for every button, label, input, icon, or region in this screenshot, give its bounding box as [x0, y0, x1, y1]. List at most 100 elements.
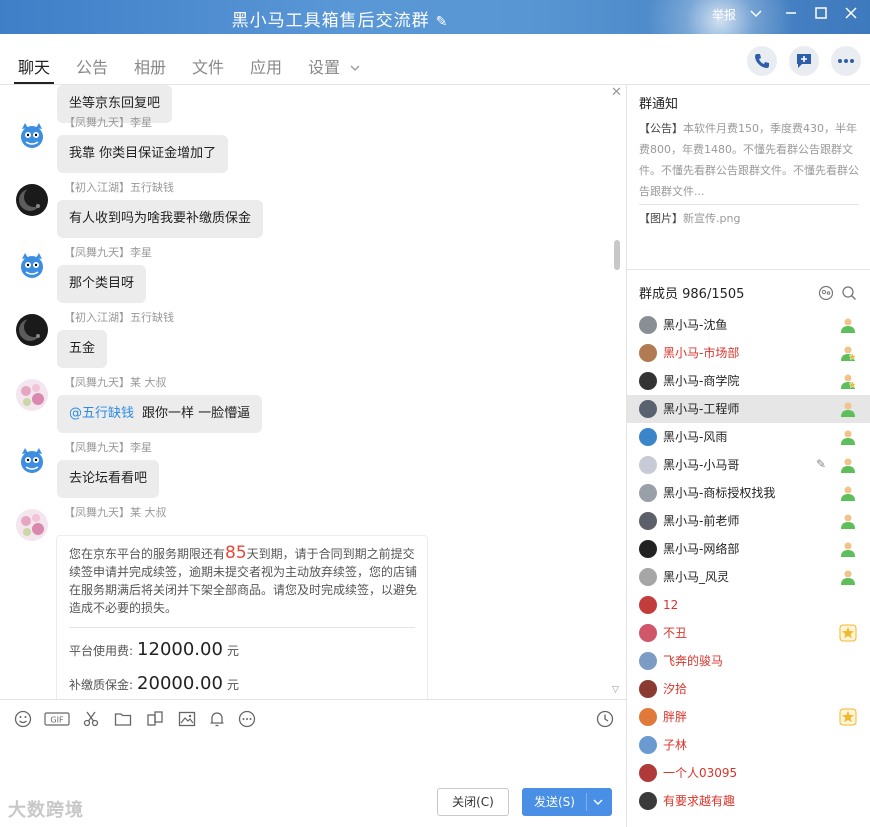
- member-item[interactable]: 黑小马-前老师: [627, 507, 870, 535]
- avatar[interactable]: [16, 184, 48, 216]
- member-avatar[interactable]: [639, 736, 657, 754]
- member-avatar[interactable]: [639, 652, 657, 670]
- member-item[interactable]: 黑小马-工程师: [627, 395, 870, 423]
- member-item[interactable]: 胖胖: [627, 703, 870, 731]
- gif-icon[interactable]: GIF: [44, 710, 70, 728]
- message-bubble[interactable]: 我靠 你类目保证金增加了: [57, 135, 229, 173]
- member-avatar[interactable]: [639, 372, 657, 390]
- member-name: 飞奔的骏马: [663, 654, 724, 668]
- avatar[interactable]: [16, 119, 48, 151]
- bell-icon[interactable]: [208, 710, 226, 728]
- member-item[interactable]: 黑小马-市场部: [627, 339, 870, 367]
- admin-badge-icon: [839, 372, 857, 390]
- member-avatar[interactable]: [639, 596, 657, 614]
- close-window-icon[interactable]: [845, 6, 857, 25]
- member-item[interactable]: 黑小马-风雨: [627, 423, 870, 451]
- member-item[interactable]: 子林: [627, 731, 870, 759]
- message-bubble[interactable]: @五行缺钱 跟你一样 一脸懵逼: [57, 395, 263, 433]
- member-avatar[interactable]: [639, 428, 657, 446]
- history-clock-icon[interactable]: [596, 710, 614, 728]
- member-item[interactable]: 有要求越有趣: [627, 787, 870, 815]
- menu-dropdown-icon[interactable]: [749, 6, 763, 25]
- member-avatar[interactable]: [639, 624, 657, 642]
- window-title-text: 黑小马工具箱售后交流群: [231, 11, 430, 31]
- admin-badge-icon: [839, 484, 857, 502]
- tab-album[interactable]: 相册: [134, 54, 166, 78]
- tab-apps[interactable]: 应用: [250, 54, 282, 78]
- member-avatar[interactable]: [639, 708, 657, 726]
- member-item[interactable]: 汐拾: [627, 675, 870, 703]
- member-item[interactable]: 黑小马-商学院: [627, 367, 870, 395]
- avatar[interactable]: [16, 509, 48, 541]
- member-avatar[interactable]: [639, 456, 657, 474]
- member-item[interactable]: 黑小马-商标授权找我: [627, 479, 870, 507]
- phone-call-button[interactable]: [747, 46, 777, 76]
- tab-chat[interactable]: 聊天: [18, 54, 50, 78]
- member-list[interactable]: 黑小马-沈鱼 黑小马-市场部 黑小马-商学院 黑小马-工程师 黑小马-风雨 黑小马-小马哥…: [627, 311, 870, 815]
- tab-announcement[interactable]: 公告: [76, 54, 108, 78]
- message-bubble[interactable]: 那个类目呀: [57, 265, 147, 303]
- screen-share-icon[interactable]: [146, 710, 164, 728]
- message-sender: 【初入江湖】五行缺钱: [64, 311, 174, 324]
- send-button[interactable]: 发送(S): [522, 788, 612, 816]
- report-button[interactable]: 举报: [712, 6, 736, 24]
- more-icon: [838, 59, 854, 63]
- scroll-down-icon[interactable]: ▽: [612, 685, 619, 695]
- member-item[interactable]: 黑小马-网络部: [627, 535, 870, 563]
- message-bubble[interactable]: 有人收到吗为啥我要补缴质保金: [57, 200, 264, 238]
- announcement-text[interactable]: 【公告】本软件月费150，季度费430，半年费800，年费1480。不懂先看群公…: [639, 118, 859, 202]
- member-item[interactable]: 黑小马-沈鱼: [627, 311, 870, 339]
- member-avatar[interactable]: [639, 316, 657, 334]
- member-avatar[interactable]: [639, 512, 657, 530]
- notice-image-line[interactable]: 【图片】新宣传.png: [639, 209, 859, 229]
- member-item[interactable]: 12: [627, 591, 870, 619]
- members-settings-icon[interactable]: [818, 285, 834, 301]
- avatar[interactable]: [16, 444, 48, 476]
- member-avatar[interactable]: [639, 680, 657, 698]
- member-name: 12: [663, 598, 679, 612]
- avatar[interactable]: [16, 379, 48, 411]
- member-item[interactable]: 黑小马-小马哥 ✎: [627, 451, 870, 479]
- edit-title-icon[interactable]: ✎: [436, 14, 449, 30]
- search-icon[interactable]: [841, 285, 857, 301]
- chat-message-area[interactable]: ✕ ▽ 坐等京东回复吧 【凤舞九天】李星 我靠 你类目保证金增加了 【初入江湖】…: [0, 85, 626, 699]
- close-notice-icon[interactable]: ✕: [611, 85, 622, 100]
- member-item[interactable]: 一个人03095: [627, 759, 870, 787]
- member-avatar[interactable]: [639, 568, 657, 586]
- member-avatar[interactable]: [639, 764, 657, 782]
- more-tools-icon[interactable]: [238, 710, 256, 728]
- member-avatar[interactable]: [639, 484, 657, 502]
- image-icon[interactable]: [178, 710, 196, 728]
- card-divider: [69, 627, 415, 628]
- tab-settings[interactable]: 设置: [308, 54, 361, 78]
- chat-scrollbar[interactable]: [614, 240, 620, 270]
- more-options-button[interactable]: [831, 46, 861, 76]
- member-avatar[interactable]: [639, 400, 657, 418]
- member-avatar[interactable]: [639, 540, 657, 558]
- avatar[interactable]: [16, 249, 48, 281]
- maximize-icon[interactable]: [815, 6, 827, 25]
- folder-icon[interactable]: [114, 710, 132, 728]
- member-item[interactable]: 黑小马_风灵: [627, 563, 870, 591]
- member-avatar[interactable]: [639, 792, 657, 810]
- screenshot-scissors-icon[interactable]: [82, 710, 100, 728]
- mention-link[interactable]: @五行缺钱: [69, 406, 134, 421]
- image-file-name: 新宣传.png: [683, 212, 741, 225]
- edit-member-icon[interactable]: ✎: [816, 457, 826, 471]
- notice-card-message[interactable]: 您在京东平台的服务期限还有85天到期，请于合同到期之前提交续签申请并完成续签，逾…: [56, 535, 428, 699]
- send-options-chevron-icon[interactable]: [592, 788, 604, 827]
- message-bubble[interactable]: 五金: [57, 330, 108, 368]
- avatar[interactable]: [16, 314, 48, 346]
- message-bubble[interactable]: 去论坛看看吧: [57, 460, 160, 498]
- minimize-icon[interactable]: [785, 6, 797, 25]
- new-discussion-button[interactable]: [789, 46, 819, 76]
- member-item[interactable]: 不丑: [627, 619, 870, 647]
- tab-files[interactable]: 文件: [192, 54, 224, 78]
- group-notice-panel[interactable]: 群通知 【公告】本软件月费150，季度费430，半年费800，年费1480。不懂…: [627, 85, 870, 270]
- emoji-icon[interactable]: [14, 710, 32, 728]
- message-input-area[interactable]: GIF 大数跨境 关闭(C) 发送(S): [0, 699, 626, 827]
- member-avatar[interactable]: [639, 344, 657, 362]
- member-item[interactable]: 飞奔的骏马: [627, 647, 870, 675]
- active-tab-indicator: [14, 82, 54, 84]
- close-button[interactable]: 关闭(C): [437, 788, 509, 816]
